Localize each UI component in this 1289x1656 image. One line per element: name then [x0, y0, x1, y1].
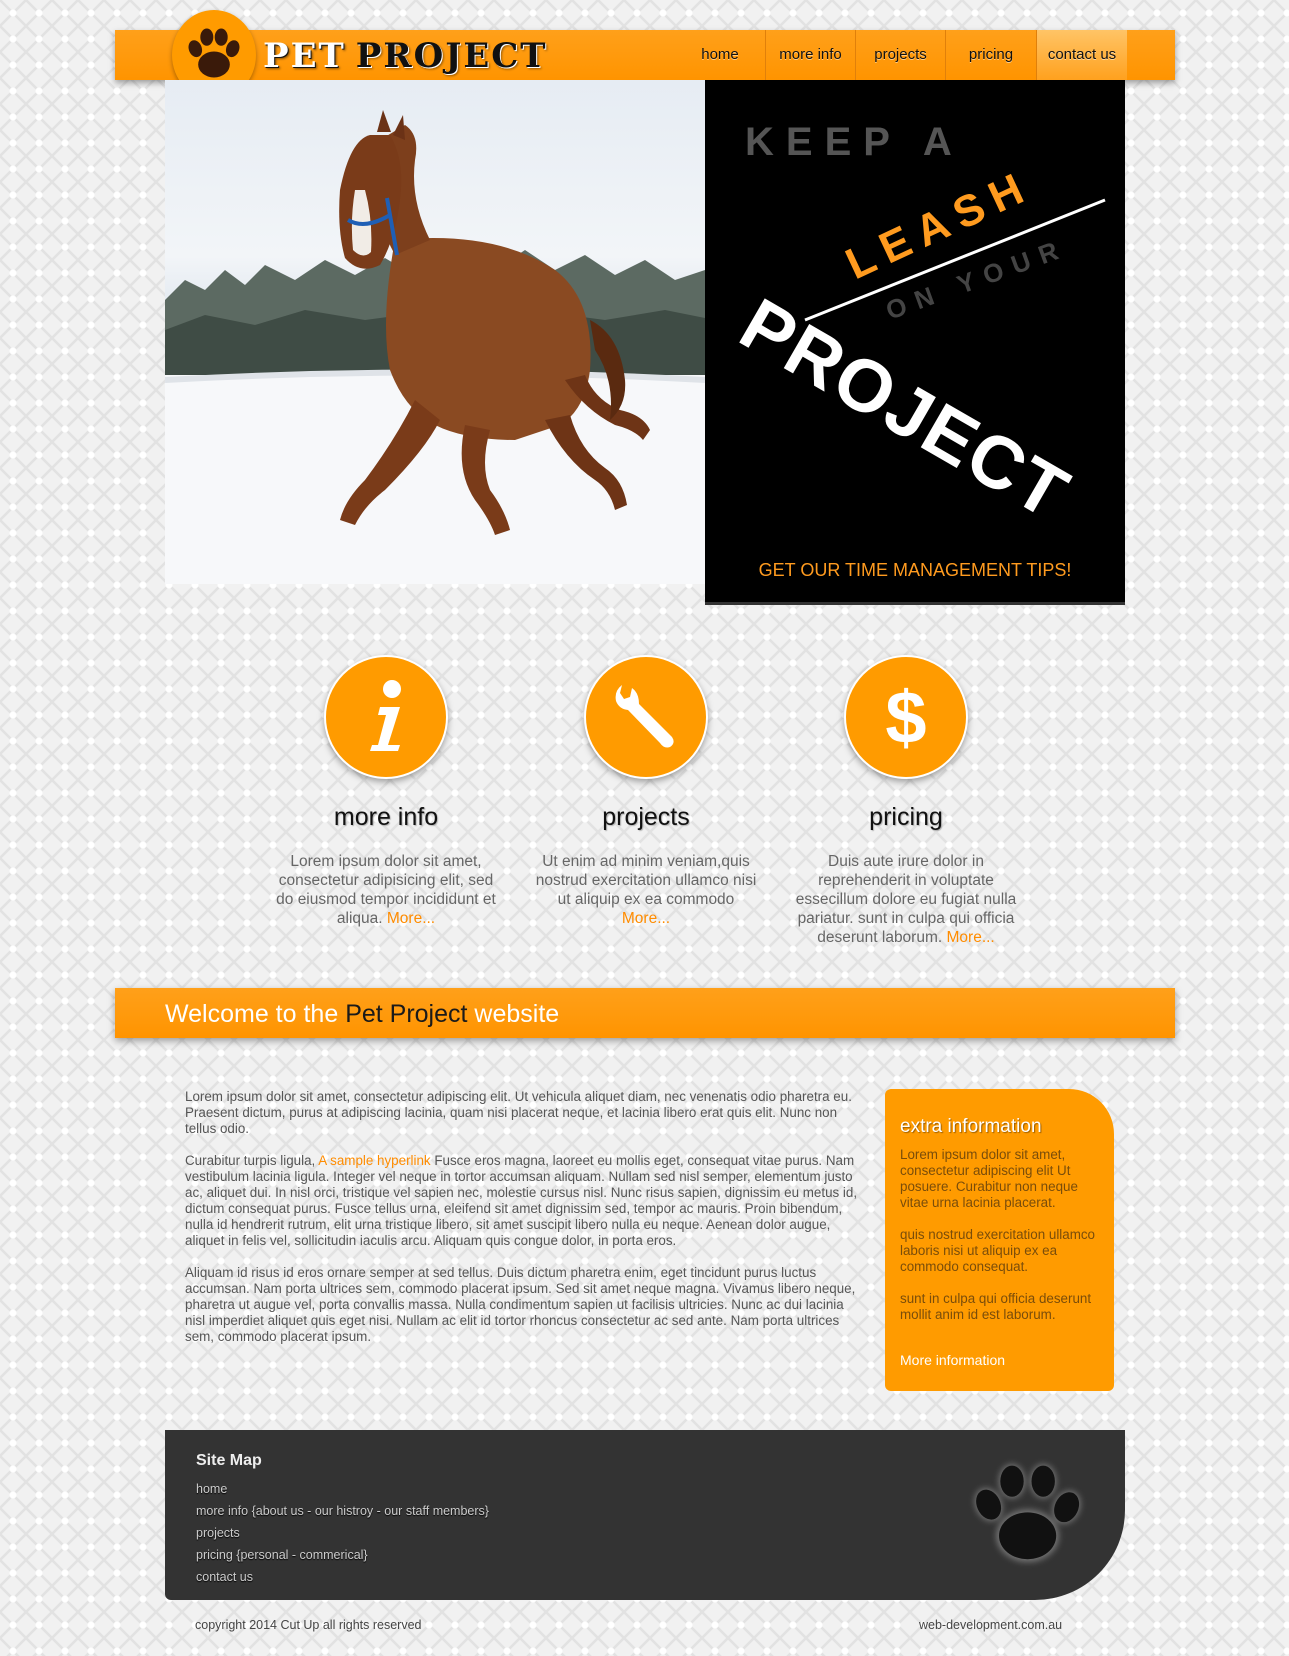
- more-information-link[interactable]: More information: [900, 1352, 1005, 1368]
- site-map-links: home more info {about us - our histroy -…: [196, 1478, 489, 1588]
- feature-text: Lorem ipsum dolor sit amet, consectetur …: [276, 853, 496, 927]
- footer-link-home[interactable]: home: [196, 1478, 489, 1500]
- banner-tip[interactable]: GET OUR TIME MANAGEMENT TIPS!: [705, 560, 1125, 581]
- content-paragraph: Aliquam id risus id eros ornare semper a…: [185, 1265, 856, 1344]
- svg-text:$: $: [885, 677, 926, 757]
- site-credit-link[interactable]: web-development.com.au: [919, 1618, 1062, 1632]
- paw-print-icon: [188, 28, 240, 78]
- site-map-title: Site Map: [196, 1452, 262, 1469]
- extra-info-sidebar: extra information Lorem ipsum dolor sit …: [885, 1089, 1114, 1391]
- main-content: Lorem ipsum dolor sit amet, consectetur …: [185, 1089, 867, 1361]
- footer-link-contact-us[interactable]: contact us: [196, 1566, 489, 1588]
- sample-hyperlink[interactable]: A sample hyperlink: [318, 1153, 430, 1168]
- sidebar-title: extra information: [900, 1116, 1042, 1137]
- feature-more-link[interactable]: More...: [947, 929, 995, 946]
- nav-contact-us[interactable]: contact us: [1036, 30, 1127, 80]
- feature-more-link[interactable]: More...: [387, 910, 435, 927]
- footer-site-map: Site Map home more info {about us - our …: [165, 1430, 1125, 1600]
- nav-pricing[interactable]: pricing: [945, 30, 1036, 80]
- content-paragraph: Curabitur turpis ligula, A sample hyperl…: [185, 1153, 858, 1248]
- feature-more-link[interactable]: More...: [622, 910, 670, 927]
- feature-title: projects: [602, 803, 690, 831]
- nav-home[interactable]: home: [675, 30, 765, 80]
- content-paragraph: Lorem ipsum dolor sit amet, consectetur …: [185, 1089, 852, 1136]
- welcome-heading: Welcome to the Pet Project website: [165, 1000, 560, 1028]
- feature-more-info: more info Lorem ipsum dolor sit amet, co…: [266, 655, 506, 928]
- paw-print-icon: [974, 1464, 1081, 1562]
- banner-leash-graphic: LEASH ON YOUR PROJECT: [727, 161, 1106, 536]
- welcome-bar: Welcome to the Pet Project website: [115, 988, 1175, 1038]
- footer-link-projects[interactable]: projects: [196, 1522, 489, 1544]
- feature-title: pricing: [869, 803, 943, 831]
- footer-link-pricing[interactable]: pricing {personal - commerical}: [196, 1544, 489, 1566]
- feature-projects: projects Ut enim ad minim veniam,quis no…: [526, 655, 766, 928]
- feature-pricing: $ pricing Duis aute irure dolor in repre…: [786, 655, 1026, 947]
- feature-text: Ut enim ad minim veniam,quis nostrud exe…: [535, 853, 757, 927]
- nav-more-info[interactable]: more info: [765, 30, 855, 80]
- brand-second: PROJECT: [355, 36, 548, 76]
- site-logo-title[interactable]: PET PROJECT: [263, 36, 548, 76]
- copyright-text: copyright 2014 Cut Up all rights reserve…: [195, 1618, 422, 1632]
- horse-in-snow-illustration: [165, 110, 705, 584]
- dollar-icon[interactable]: $: [844, 655, 968, 779]
- nav-projects[interactable]: projects: [855, 30, 945, 80]
- leash-project-banner[interactable]: KEEP A LEASH ON YOUR PROJECT GET OUR TIM…: [705, 80, 1125, 605]
- info-icon[interactable]: [324, 655, 448, 779]
- brand-first: PET: [263, 36, 346, 76]
- hero-horse-photo: [165, 80, 705, 584]
- feature-text: Duis aute irure dolor in reprehenderit i…: [795, 853, 1017, 946]
- footer-link-more-info[interactable]: more info {about us - our histroy - our …: [196, 1500, 489, 1522]
- wrench-icon[interactable]: [584, 655, 708, 779]
- sidebar-body: Lorem ipsum dolor sit amet, consectetur …: [900, 1147, 1096, 1322]
- feature-title: more info: [333, 803, 439, 831]
- main-nav: home more info projects pricing contact …: [675, 30, 1127, 80]
